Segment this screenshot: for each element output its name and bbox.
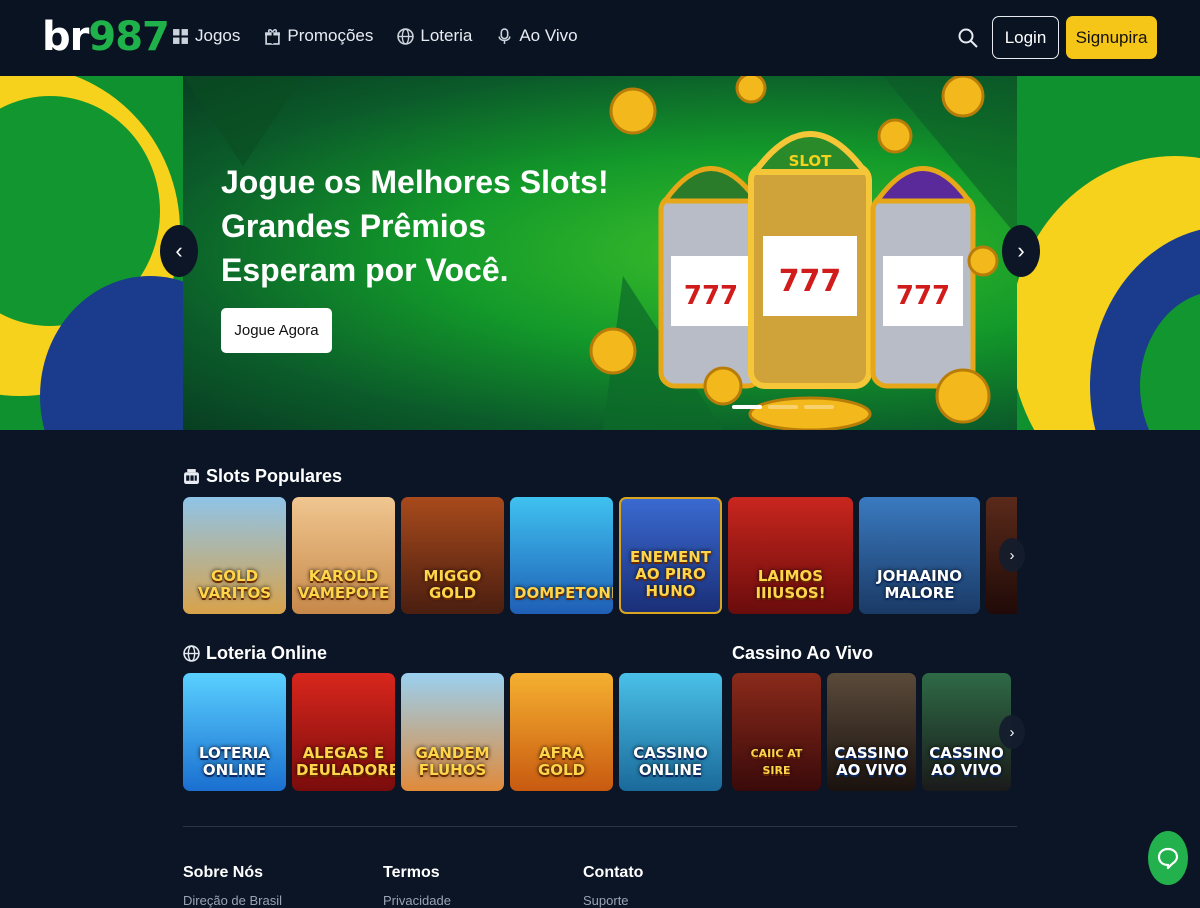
nav-item-jogos[interactable]: Jogos xyxy=(172,26,240,46)
chevron-left-icon: ‹ xyxy=(175,238,183,263)
lottery-game-tile[interactable]: ALEGAS E DEULADORES xyxy=(292,673,395,791)
hero-next-arrow[interactable]: › xyxy=(1002,225,1040,277)
game-title: LAIMOS IIIUSOS! xyxy=(755,567,826,602)
logo-text-br: br xyxy=(42,14,89,60)
game-title: CAIIC AT SIRE xyxy=(750,747,803,777)
section-title-text: Cassino Ao Vivo xyxy=(732,643,874,663)
nav-label: Loteria xyxy=(420,26,473,45)
carousel-dot[interactable] xyxy=(804,405,834,409)
footer-col-terms-title: Termos xyxy=(383,864,440,881)
footer-link[interactable]: Suporte xyxy=(583,893,629,908)
section-title-text: Loteria Online xyxy=(206,643,328,663)
svg-text:777: 777 xyxy=(684,281,738,311)
game-title: ENEMENT AO PIRO HUNO xyxy=(629,548,711,600)
carousel-dot[interactable] xyxy=(768,405,798,409)
svg-text:777: 777 xyxy=(779,264,842,299)
game-title xyxy=(986,602,1017,614)
game-title: ALEGAS E DEULADORES xyxy=(296,744,395,779)
slot-game-tile[interactable]: DOMPETONES xyxy=(510,497,613,614)
cassino-next-arrow[interactable]: › xyxy=(999,715,1025,749)
game-title: GANDEM FLUHOS xyxy=(415,744,490,779)
main-nav: Jogos Promoções Loteria Ao Vivo xyxy=(172,26,578,46)
nav-label: Ao Vivo xyxy=(519,26,578,45)
gift-icon xyxy=(265,28,281,45)
game-title: AFRA GOLD xyxy=(537,744,586,779)
lottery-game-tile[interactable]: LOTERIA ONLINE xyxy=(183,673,286,791)
chat-bubble-icon xyxy=(1157,847,1179,869)
footer-link[interactable]: Privacidade xyxy=(383,893,451,908)
grid-icon xyxy=(173,28,188,44)
game-title: CASSINO AO VIVO xyxy=(929,744,1004,779)
carousel-dot[interactable] xyxy=(732,405,762,409)
game-title: CASSINO ONLINE xyxy=(633,744,708,779)
game-title: MIGGO GOLD xyxy=(423,567,482,602)
hero-prev-arrow[interactable]: ‹ xyxy=(160,225,198,277)
lottery-game-tile[interactable]: GANDEM FLUHOS xyxy=(401,673,504,791)
slot-game-tile[interactable]: KAROLD VAMEPOTE xyxy=(292,497,395,614)
slot-game-tile[interactable]: GOLD VARITOS xyxy=(183,497,286,614)
hero-slide: 777 777 SLOT 777 Jogue os Melhores Slots… xyxy=(183,76,1017,430)
footer-col-contact-title: Contato xyxy=(583,864,644,881)
game-title: GOLD VARITOS xyxy=(197,567,272,602)
chevron-right-icon: › xyxy=(1017,238,1025,263)
nav-label: Jogos xyxy=(195,26,241,45)
logo-text-987: 987 xyxy=(88,14,169,60)
svg-text:SLOT: SLOT xyxy=(789,152,833,170)
svg-text:777: 777 xyxy=(896,281,950,311)
chat-button[interactable] xyxy=(1148,831,1188,885)
cassino-section-title: Cassino Ao Vivo xyxy=(732,643,873,664)
play-now-button[interactable]: Jogue Agora xyxy=(221,308,332,353)
slots-next-arrow[interactable]: › xyxy=(999,538,1025,572)
game-title: CASSINO AO VIVO xyxy=(834,744,909,779)
live-casino-tile[interactable]: CASSINO AO VIVO xyxy=(922,673,1011,791)
microphone-icon xyxy=(498,27,511,44)
footer-link[interactable]: Direção de Brasil xyxy=(183,893,282,908)
slot-game-tile[interactable]: LAIMOS IIIUSOS! xyxy=(728,497,853,614)
slot-game-tile[interactable]: MIGGO GOLD xyxy=(401,497,504,614)
nav-item-promocoes[interactable]: Promoções xyxy=(264,26,373,46)
chevron-right-icon: › xyxy=(1009,546,1015,564)
blue-dot-left xyxy=(88,312,128,362)
loteria-section-title: Loteria Online xyxy=(183,643,327,664)
carousel-dots xyxy=(732,405,834,409)
slots-section-title: Slots Populares xyxy=(183,466,342,487)
game-title: JOHAAINO MALORE xyxy=(877,567,962,602)
game-title: LOTERIA ONLINE xyxy=(199,744,270,779)
game-title: DOMPETONES xyxy=(514,584,613,602)
globe-icon xyxy=(183,645,200,662)
search-icon[interactable] xyxy=(957,27,979,49)
signup-button[interactable]: Signupira xyxy=(1066,16,1157,59)
site-header: br987 Jogos Promoções Loteria Ao Vivo Lo… xyxy=(0,0,1200,76)
live-casino-tile[interactable]: CASSINO AO VIVO xyxy=(827,673,916,791)
slot-game-tile[interactable]: JOHAAINO MALORE xyxy=(859,497,980,614)
game-title: KAROLD VAMEPOTE xyxy=(297,567,390,602)
slot-machine-icon xyxy=(184,469,199,484)
nav-item-loteria[interactable]: Loteria xyxy=(397,26,472,46)
section-title-text: Slots Populares xyxy=(206,466,343,486)
lottery-game-tile[interactable]: CASSINO ONLINE xyxy=(619,673,722,791)
site-logo[interactable]: br987 xyxy=(42,14,170,60)
headline-line: Jogue os Melhores Slots! xyxy=(221,164,609,200)
login-button[interactable]: Login xyxy=(992,16,1059,59)
nav-item-ao-vivo[interactable]: Ao Vivo xyxy=(496,26,578,46)
hero-banner: 777 777 SLOT 777 Jogue os Melhores Slots… xyxy=(0,76,1200,430)
headline-line: Grandes Prêmios xyxy=(221,208,486,244)
nav-label: Promoções xyxy=(287,26,374,45)
hero-headline: Jogue os Melhores Slots! Grandes Prêmios… xyxy=(221,160,609,292)
live-casino-tile[interactable]: CAIIC AT SIRE xyxy=(732,673,821,791)
headline-line: Esperam por Você. xyxy=(221,252,509,288)
footer-col-about-title: Sobre Nós xyxy=(183,864,264,881)
globe-icon xyxy=(397,27,415,45)
slot-game-tile[interactable]: ENEMENT AO PIRO HUNO xyxy=(619,497,722,614)
footer-divider xyxy=(183,826,1017,827)
chevron-right-icon: › xyxy=(1009,723,1015,741)
lottery-game-tile[interactable]: AFRA GOLD xyxy=(510,673,613,791)
